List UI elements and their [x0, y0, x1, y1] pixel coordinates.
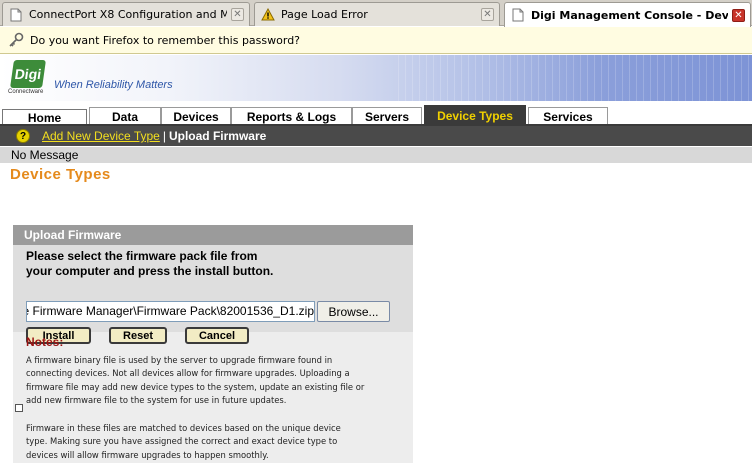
- instruction-line: your computer and press the install butt…: [26, 264, 274, 278]
- banner-decoration: [392, 55, 752, 101]
- notes-line: A firmware binary file is used by the se…: [26, 355, 333, 365]
- notes-line: connecting devices. Not all devices allo…: [26, 368, 350, 379]
- logo-mark: Digi: [10, 60, 46, 88]
- nav-tab-label: Devices: [173, 109, 219, 124]
- browser-tab-strip: ConnectPort X8 Configuration and Man... …: [0, 0, 752, 27]
- tagline: When Reliability Matters: [54, 79, 173, 91]
- upload-firmware-panel: Upload Firmware Please select the firmwa…: [13, 225, 413, 463]
- browser-tab-label: ConnectPort X8 Configuration and Man...: [29, 8, 227, 21]
- header-banner: Digi Connectware When Reliability Matter…: [0, 55, 752, 101]
- small-checkbox[interactable]: [15, 404, 23, 412]
- cancel-button[interactable]: Cancel: [185, 327, 249, 344]
- notes-line: add new firmware file to the system for …: [26, 395, 287, 406]
- nav-tab-home[interactable]: Home: [2, 109, 87, 125]
- password-prompt-text: Do you want Firefox to remember this pas…: [30, 33, 301, 47]
- panel-title: Upload Firmware: [13, 225, 413, 245]
- page-icon: [9, 8, 23, 22]
- browser-tab-label: Digi Management Console - Devi...: [531, 8, 728, 22]
- nav-tab-data[interactable]: Data: [89, 107, 161, 125]
- notes-line: Firmware in these files are matched to d…: [26, 423, 341, 433]
- firmware-file-input[interactable]: C:\Digi\Device Firmware Manager\Firmware…: [26, 301, 315, 322]
- digi-logo: Digi Connectware: [8, 58, 48, 98]
- nav-tab-label: Home: [27, 110, 62, 125]
- browser-tab-1[interactable]: ConnectPort X8 Configuration and Man... …: [2, 2, 250, 26]
- notes-paragraph-2: Firmware in these files are matched to d…: [26, 422, 411, 462]
- instruction-line: Please select the firmware pack file fro…: [26, 249, 258, 263]
- notes-line: firmware file may add new device types t…: [26, 381, 365, 392]
- nav-tab-label: Services: [543, 109, 593, 124]
- file-path-value: C:\Digi\Device Firmware Manager\Firmware…: [27, 304, 314, 318]
- main-nav: Home Data Devices Reports & Logs Servers…: [0, 101, 752, 127]
- nav-tab-devices[interactable]: Devices: [161, 107, 231, 125]
- close-icon[interactable]: ✕: [732, 8, 745, 22]
- browse-button[interactable]: Browse...: [317, 301, 390, 322]
- breadcrumb-separator: |: [162, 129, 166, 143]
- help-icon[interactable]: ?: [16, 129, 30, 143]
- page-icon: [511, 8, 525, 22]
- close-icon[interactable]: ✕: [481, 8, 494, 21]
- upload-instructions: Please select the firmware pack file fro…: [26, 249, 406, 279]
- status-message: No Message: [0, 147, 752, 163]
- password-notification-bar: Do you want Firefox to remember this pas…: [0, 27, 752, 54]
- add-device-type-link[interactable]: Add New Device Type: [42, 129, 160, 143]
- sub-nav: ? Add New Device Type | Upload Firmware: [0, 126, 752, 146]
- upload-form: Please select the firmware pack file fro…: [13, 245, 413, 344]
- browser-tab-3[interactable]: Digi Management Console - Devi... ✕: [504, 2, 751, 27]
- browser-tab-label: Page Load Error: [281, 8, 368, 21]
- nav-tab-servers[interactable]: Servers: [352, 107, 422, 125]
- nav-tab-device-types[interactable]: Device Types: [424, 105, 526, 125]
- notes-line: devices will allow firmware upgrades to …: [26, 449, 269, 460]
- warning-icon: [261, 8, 275, 22]
- notes-title: Notes:: [26, 335, 64, 349]
- nav-tab-label: Reports & Logs: [246, 109, 337, 124]
- notes-paragraph-1: A firmware binary file is used by the se…: [26, 354, 411, 408]
- logo-subtitle: Connectware: [8, 89, 44, 95]
- nav-tab-label: Servers: [364, 109, 410, 124]
- nav-tab-label: Device Types: [437, 108, 513, 123]
- reset-button[interactable]: Reset: [109, 327, 167, 344]
- nav-tab-services[interactable]: Services: [528, 107, 608, 125]
- key-icon: [9, 32, 24, 47]
- browser-tab-2[interactable]: Page Load Error ✕: [254, 2, 500, 26]
- notes-line: type. Making sure you have assigned the …: [26, 436, 338, 447]
- nav-tab-reports-logs[interactable]: Reports & Logs: [231, 107, 352, 125]
- page-title: Device Types: [10, 166, 111, 183]
- close-icon[interactable]: ✕: [231, 8, 244, 21]
- nav-tab-label: Data: [111, 109, 138, 124]
- breadcrumb-current: Upload Firmware: [168, 129, 267, 143]
